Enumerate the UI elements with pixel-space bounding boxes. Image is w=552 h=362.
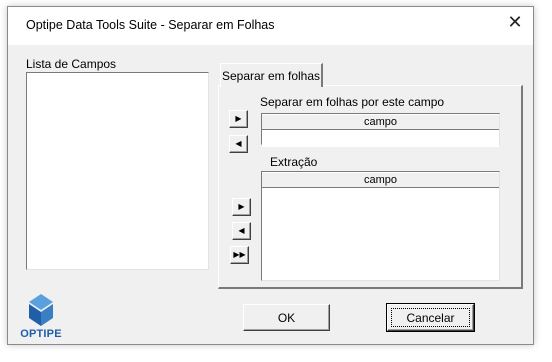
extraction-grid[interactable]: campo <box>261 171 500 281</box>
window-title: Optipe Data Tools Suite - Separar em Fol… <box>26 18 275 32</box>
cancel-button-label: Cancelar <box>406 310 455 325</box>
ok-button-label: OK <box>277 310 296 325</box>
arrow-left-icon: ◀ <box>238 226 245 235</box>
split-add-button[interactable]: ▶ <box>229 110 248 128</box>
extraction-add-all-button[interactable]: ▶▶ <box>230 246 249 264</box>
arrow-right-icon: ▶ <box>238 202 245 211</box>
extraction-add-button[interactable]: ▶ <box>232 198 251 216</box>
close-icon: ✕ <box>507 11 523 32</box>
ok-button[interactable]: OK <box>243 304 330 331</box>
optipe-logo: OPTIPE <box>19 292 63 342</box>
fields-listbox[interactable] <box>26 72 209 270</box>
split-field-label: Separar em folhas por este campo <box>260 95 445 109</box>
tab-separar-em-folhas[interactable]: Separar em folhas <box>220 63 323 87</box>
extraction-remove-button[interactable]: ◀ <box>232 222 251 240</box>
tab-label: Separar em folhas <box>221 68 321 83</box>
title-bar: Optipe Data Tools Suite - Separar em Fol… <box>8 7 533 45</box>
extraction-label: Extração <box>270 155 318 169</box>
cancel-button[interactable]: Cancelar <box>386 303 475 332</box>
dialog-window: Optipe Data Tools Suite - Separar em Fol… <box>7 6 534 345</box>
optipe-logo-icon <box>29 294 53 326</box>
double-arrow-right-icon: ▶▶ <box>233 250 246 259</box>
split-grid-column-header: campo <box>262 114 499 130</box>
split-remove-button[interactable]: ◀ <box>229 135 248 153</box>
table-row[interactable] <box>262 130 499 147</box>
extraction-grid-column-header: campo <box>262 172 499 188</box>
fields-list-label: Lista de Campos <box>26 57 117 71</box>
split-field-grid[interactable]: campo <box>261 113 500 147</box>
arrow-right-icon: ▶ <box>235 114 242 123</box>
logo-text: OPTIPE <box>20 328 62 340</box>
close-button[interactable]: ✕ <box>497 7 533 37</box>
arrow-left-icon: ◀ <box>235 139 242 148</box>
